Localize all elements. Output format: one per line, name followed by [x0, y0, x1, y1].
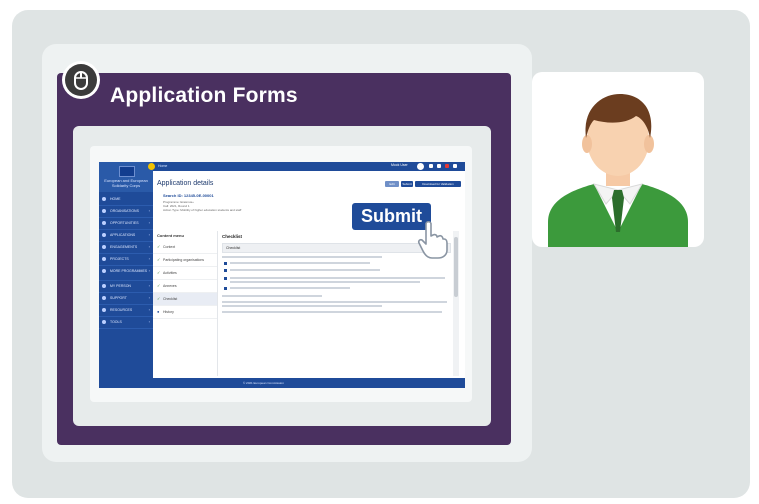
resource-icon	[102, 308, 106, 312]
tools-icon	[102, 320, 106, 324]
footer-text: © 2021 European Commission	[243, 381, 284, 385]
nav-item-tools[interactable]: TOOLS ›	[99, 317, 153, 329]
nav-item-support[interactable]: SUPPORT ›	[99, 293, 153, 305]
nav-item-engagements[interactable]: ENGAGEMENTS ›	[99, 242, 153, 254]
help-icon[interactable]	[437, 164, 441, 168]
nav-item-applications[interactable]: APPLICATIONS ›	[99, 230, 153, 242]
user-avatar-icon[interactable]	[417, 163, 424, 170]
check-icon: ✓	[157, 296, 161, 301]
settings-icon[interactable]	[429, 164, 433, 168]
check-icon: ✓	[157, 244, 161, 249]
menu-icon[interactable]	[453, 164, 457, 168]
app-page-title: Application details	[157, 180, 214, 187]
download-button[interactable]: Download for Validation	[415, 181, 461, 187]
user-icon	[102, 284, 106, 288]
checkbox[interactable]	[224, 287, 227, 290]
content-menu-item[interactable]: ● History	[153, 306, 217, 319]
app-footer: © 2021 European Commission	[153, 378, 465, 388]
text-line	[230, 287, 350, 289]
app-logo: European and European Solidarity Corps	[99, 162, 153, 192]
text-line	[222, 301, 447, 303]
check-icon: ✓	[157, 270, 161, 275]
info-icon: ●	[157, 309, 160, 314]
nav-item-resources[interactable]: RESOURCES ›	[99, 305, 153, 317]
nav-item-home[interactable]: HOME	[99, 194, 153, 206]
app-screenshot: European and European Solidarity Corps H…	[99, 162, 465, 388]
text-line	[230, 269, 380, 271]
text-line	[222, 295, 322, 297]
check-icon: ✓	[157, 283, 161, 288]
page-title: Application Forms	[110, 84, 298, 107]
support-icon	[102, 296, 106, 300]
meta-action: Action Type: Mobility of higher educatio…	[163, 208, 242, 212]
content-menu-title: Content menu	[157, 233, 184, 238]
nav-item-organisations[interactable]: ORGANISATIONS ›	[99, 206, 153, 218]
application-id: Search ID: 12345-0E-00001	[163, 193, 214, 198]
app-sidebar: European and European Solidarity Corps H…	[99, 162, 153, 388]
checkbox[interactable]	[224, 269, 227, 272]
content-title: Checklist	[222, 234, 243, 239]
nav-item-projects[interactable]: PROJECTS ›	[99, 254, 153, 266]
content-menu-item[interactable]: ✓ Context	[153, 241, 217, 254]
checkbox[interactable]	[224, 262, 227, 265]
scrollbar-thumb[interactable]	[454, 237, 458, 297]
scrollbar[interactable]	[453, 231, 459, 376]
content-menu-item-active[interactable]: ✓ Checklist	[153, 293, 217, 306]
logo-text: European and European Solidarity Corps	[104, 178, 148, 188]
text-line	[230, 262, 370, 264]
person-card	[532, 72, 704, 247]
engagement-icon	[102, 245, 106, 249]
app-topbar: Home Mock User	[153, 162, 465, 171]
notification-icon[interactable]	[445, 164, 449, 168]
home-icon	[102, 197, 106, 201]
opportunity-icon	[102, 221, 106, 225]
text-line	[222, 311, 442, 313]
nav-item-opportunities[interactable]: OPPORTUNITIES ›	[99, 218, 153, 230]
hand-cursor-icon	[417, 220, 448, 259]
nav-item-my-person[interactable]: MY PERSON ›	[99, 281, 153, 293]
text-line	[222, 305, 382, 307]
breadcrumb[interactable]: Home	[158, 164, 167, 168]
person-avatar	[548, 94, 688, 247]
text-line	[230, 277, 445, 279]
edit-button[interactable]: Edit	[385, 181, 399, 187]
text-line	[222, 256, 382, 258]
content-menu-item[interactable]: ✓ Participating organisations	[153, 254, 217, 267]
project-icon	[102, 257, 106, 261]
app-submit-button[interactable]: Submit	[401, 181, 413, 187]
content-menu-item[interactable]: ✓ Activities	[153, 267, 217, 280]
application-icon	[102, 233, 106, 237]
check-icon: ✓	[157, 257, 161, 262]
mouse-icon	[65, 64, 97, 96]
programme-icon	[102, 269, 106, 273]
content-menu: Content menu ✓ Context ✓ Participating org…	[153, 231, 218, 376]
mouse-badge	[62, 61, 100, 99]
eu-flag-icon	[119, 166, 135, 177]
checkbox[interactable]	[224, 277, 227, 280]
user-name: Mock User	[391, 163, 408, 167]
notification-badge	[148, 163, 155, 170]
text-line	[230, 281, 420, 283]
nav-item-more-programmes[interactable]: MORE PROGRAMMES ›	[99, 266, 153, 281]
organisation-icon	[102, 209, 106, 213]
content-menu-item[interactable]: ✓ Annexes	[153, 280, 217, 293]
